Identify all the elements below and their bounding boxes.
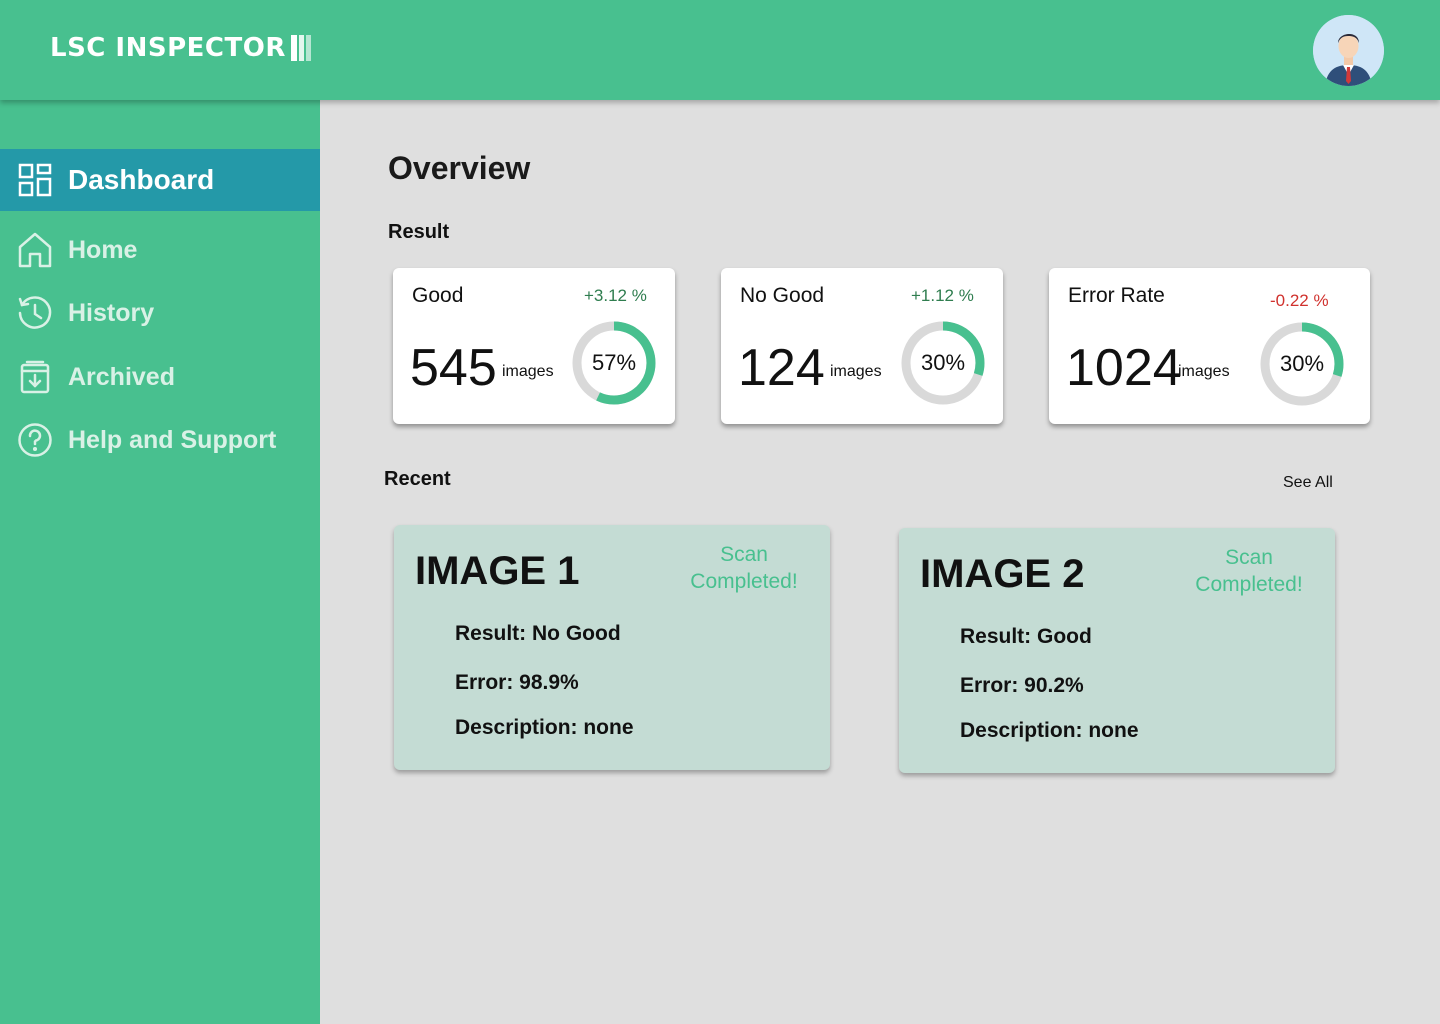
stat-card-good[interactable]: Good +3.12 % 545 images 57%	[393, 268, 675, 424]
stat-percent: 57%	[591, 350, 637, 375]
recent-title: IMAGE 1	[415, 549, 580, 593]
logo-text: LSC INSPECTOR	[50, 33, 286, 63]
history-icon	[17, 295, 53, 331]
user-avatar-icon[interactable]	[1313, 15, 1384, 86]
sidebar: Dashboard Home History Archived Help and…	[0, 100, 320, 1024]
logo-barcode-icon	[289, 35, 311, 61]
archive-icon	[17, 359, 53, 395]
stat-unit: images	[830, 363, 882, 380]
recent-result: Result: No Good	[455, 622, 621, 645]
recent-description: Description: none	[455, 716, 634, 739]
stat-percent: 30%	[920, 350, 966, 375]
stat-card-error-rate[interactable]: Error Rate -0.22 % 1024 images 30%	[1049, 268, 1370, 424]
sidebar-item-label: Archived	[68, 362, 175, 391]
scan-status: Scan Completed!	[690, 543, 798, 593]
sidebar-item-home[interactable]: Home	[0, 219, 320, 281]
recent-card-image-1[interactable]: IMAGE 1 Scan Completed! Result: No Good …	[394, 525, 830, 770]
stat-value: 545	[410, 339, 497, 397]
scan-status: Scan Completed!	[1195, 546, 1303, 596]
stat-card-no-good[interactable]: No Good +1.12 % 124 images 30%	[721, 268, 1003, 424]
sidebar-item-label: Home	[68, 235, 138, 264]
recent-title: IMAGE 2	[920, 552, 1085, 596]
recent-card-image-2[interactable]: IMAGE 2 Scan Completed! Result: Good Err…	[899, 528, 1335, 773]
stat-name: Good	[412, 284, 464, 307]
recent-error: Error: 98.9%	[455, 671, 579, 694]
sidebar-item-dashboard[interactable]: Dashboard	[0, 149, 320, 211]
stat-change: +3.12 %	[584, 286, 647, 305]
sidebar-item-archived[interactable]: Archived	[0, 346, 320, 408]
sidebar-item-label: Dashboard	[68, 164, 215, 195]
stat-name: No Good	[740, 284, 825, 307]
sidebar-item-help[interactable]: Help and Support	[0, 409, 320, 471]
stat-change: +1.12 %	[911, 286, 974, 305]
app-logo[interactable]: LSC INSPECTOR	[50, 33, 311, 63]
stat-unit: images	[1178, 363, 1230, 380]
sidebar-item-label: History	[68, 298, 155, 327]
recent-result: Result: Good	[960, 625, 1092, 648]
stat-percent: 30%	[1279, 351, 1325, 376]
sidebar-item-history[interactable]: History	[0, 282, 320, 344]
help-icon	[17, 422, 53, 458]
home-icon	[17, 232, 53, 268]
stat-value: 124	[738, 339, 825, 397]
stat-value: 1024	[1066, 339, 1182, 397]
stat-name: Error Rate	[1068, 284, 1165, 307]
recent-error: Error: 90.2%	[960, 674, 1084, 697]
stat-unit: images	[502, 363, 554, 380]
page-title: Overview	[388, 150, 531, 186]
top-bar: LSC INSPECTOR	[0, 0, 1440, 100]
sidebar-item-label: Help and Support	[68, 425, 277, 454]
result-section-label: Result	[388, 221, 450, 243]
dashboard-icon	[17, 162, 53, 198]
stat-change: -0.22 %	[1270, 291, 1329, 310]
recent-description: Description: none	[960, 719, 1139, 742]
see-all-link[interactable]: See All	[1283, 474, 1333, 492]
recent-section-label: Recent	[384, 468, 451, 490]
